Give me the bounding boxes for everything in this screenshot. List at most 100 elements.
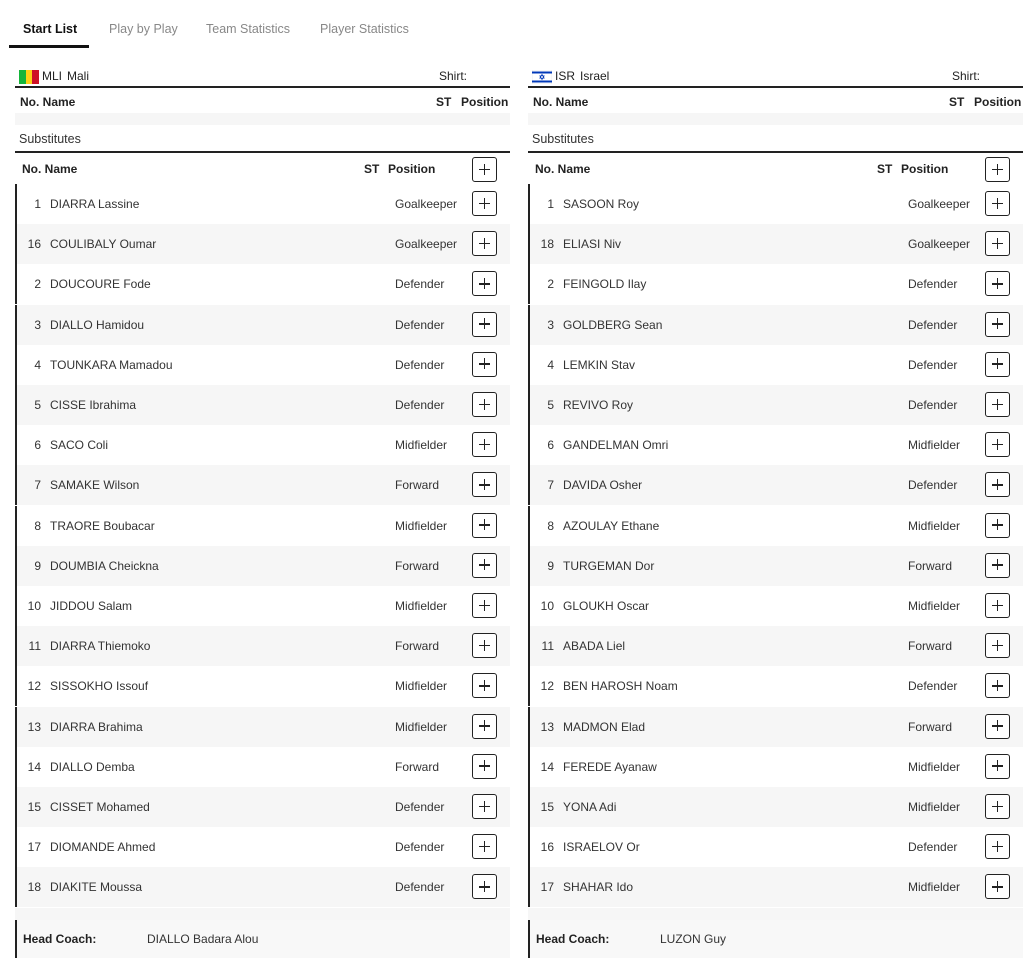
expand-player-button[interactable] bbox=[985, 271, 1010, 297]
player-number: 6 bbox=[547, 438, 554, 453]
expand-player-button[interactable] bbox=[472, 713, 497, 739]
player-row: 9 DOUMBIA Cheickna Forward bbox=[15, 545, 510, 586]
tab-bar: Start List Play by Play Team Statistics … bbox=[0, 0, 1024, 50]
player-row: 1 DIARRA Lassine Goalkeeper bbox=[15, 184, 510, 224]
expand-player-button[interactable] bbox=[985, 753, 1010, 779]
player-number: 11 bbox=[541, 639, 554, 654]
expand-player-button[interactable] bbox=[985, 191, 1010, 216]
expand-player-button[interactable] bbox=[472, 633, 497, 659]
col-st: ST bbox=[877, 162, 893, 176]
team-code: ISR bbox=[555, 69, 576, 83]
player-position: Defender bbox=[908, 277, 958, 292]
expand-player-button[interactable] bbox=[472, 472, 497, 498]
tab-play-by-play[interactable]: Play by Play bbox=[109, 22, 178, 36]
player-number: 3 bbox=[547, 317, 554, 332]
mali-flag-icon bbox=[19, 70, 39, 84]
expand-all-button[interactable] bbox=[985, 157, 1010, 182]
player-number: 13 bbox=[27, 719, 41, 734]
expand-player-button[interactable] bbox=[985, 874, 1010, 900]
player-name: GANDELMAN Omri bbox=[563, 438, 669, 453]
player-position: Midfielder bbox=[395, 679, 448, 694]
player-position: Defender bbox=[908, 478, 958, 493]
player-position: Defender bbox=[395, 317, 445, 332]
player-position: Defender bbox=[908, 357, 958, 372]
player-number: 7 bbox=[547, 478, 554, 493]
player-name: CISSE Ibrahima bbox=[50, 398, 137, 412]
expand-player-button[interactable] bbox=[985, 472, 1010, 498]
player-number: 12 bbox=[27, 679, 41, 694]
tab-team-statistics[interactable]: Team Statistics bbox=[206, 22, 290, 36]
expand-player-button[interactable] bbox=[472, 753, 497, 779]
player-number: 2 bbox=[34, 277, 41, 292]
player-position: Forward bbox=[395, 558, 440, 573]
col-no-name: No. Name bbox=[535, 162, 591, 176]
player-number: 18 bbox=[540, 237, 554, 252]
player-number: 6 bbox=[34, 438, 41, 453]
expand-player-button[interactable] bbox=[472, 593, 497, 618]
player-number: 11 bbox=[28, 639, 41, 654]
expand-player-button[interactable] bbox=[985, 794, 1010, 819]
expand-player-button[interactable] bbox=[472, 432, 497, 458]
player-number: 5 bbox=[547, 398, 554, 412]
player-position: Forward bbox=[395, 639, 440, 654]
player-position: Defender bbox=[395, 398, 445, 412]
shirt-label: Shirt: bbox=[952, 69, 981, 83]
expand-player-button[interactable] bbox=[472, 552, 497, 578]
substitutes-label: Substitutes bbox=[532, 132, 594, 146]
tab-player-statistics[interactable]: Player Statistics bbox=[320, 22, 409, 36]
player-position: Midfielder bbox=[395, 518, 448, 533]
player-position: Midfielder bbox=[908, 800, 961, 814]
team-code: MLI bbox=[42, 69, 63, 83]
player-row: 11 ABADA Liel Forward bbox=[528, 626, 1023, 667]
player-row: 13 MADMON Elad Forward bbox=[528, 706, 1023, 747]
player-number: 10 bbox=[540, 599, 554, 613]
expand-player-button[interactable] bbox=[472, 834, 497, 860]
player-row: 15 YONA Adi Midfielder bbox=[528, 787, 1023, 827]
tab-start-list[interactable]: Start List bbox=[23, 22, 77, 36]
starters-column-header: No. Name ST Position bbox=[528, 90, 1023, 114]
player-number: 7 bbox=[34, 478, 41, 493]
player-name: FEINGOLD Ilay bbox=[563, 277, 647, 292]
player-name: COULIBALY Oumar bbox=[50, 237, 157, 252]
expand-player-button[interactable] bbox=[472, 231, 497, 257]
player-number: 1 bbox=[547, 197, 554, 211]
expand-player-button[interactable] bbox=[472, 512, 497, 538]
expand-player-button[interactable] bbox=[985, 432, 1010, 458]
expand-player-button[interactable] bbox=[472, 874, 497, 900]
expand-player-button[interactable] bbox=[985, 834, 1010, 860]
player-name: MADMON Elad bbox=[563, 719, 646, 734]
expand-player-button[interactable] bbox=[472, 191, 497, 216]
player-name: DIAKITE Moussa bbox=[50, 880, 143, 895]
expand-player-button[interactable] bbox=[985, 633, 1010, 659]
expand-player-button[interactable] bbox=[985, 713, 1010, 739]
shirt-label: Shirt: bbox=[439, 69, 468, 83]
expand-player-button[interactable] bbox=[985, 593, 1010, 618]
col-st: ST bbox=[436, 95, 452, 109]
player-name: ISRAELOV Or bbox=[563, 840, 640, 855]
expand-player-button[interactable] bbox=[985, 351, 1010, 377]
player-row: 11 DIARRA Thiemoko Forward bbox=[15, 626, 510, 667]
expand-player-button[interactable] bbox=[472, 271, 497, 297]
player-name: TOUNKARA Mamadou bbox=[50, 357, 173, 372]
expand-player-button[interactable] bbox=[985, 552, 1010, 578]
expand-player-button[interactable] bbox=[472, 351, 497, 377]
expand-player-button[interactable] bbox=[985, 311, 1010, 337]
expand-player-button[interactable] bbox=[985, 392, 1010, 417]
expand-player-button[interactable] bbox=[985, 512, 1010, 538]
expand-player-button[interactable] bbox=[472, 673, 497, 699]
head-coach-label: Head Coach: bbox=[536, 932, 610, 946]
team-name: Israel bbox=[580, 69, 610, 83]
expand-player-button[interactable] bbox=[472, 311, 497, 337]
expand-player-button[interactable] bbox=[472, 392, 497, 417]
player-name: DIALLO Hamidou bbox=[50, 317, 145, 332]
player-position: Defender bbox=[908, 317, 958, 332]
expand-player-button[interactable] bbox=[985, 231, 1010, 257]
player-position: Defender bbox=[908, 398, 958, 412]
col-position: Position bbox=[461, 95, 509, 109]
substitutes-column-header: No. Name ST Position bbox=[528, 157, 1023, 182]
expand-player-button[interactable] bbox=[472, 794, 497, 819]
col-no-name: No. Name bbox=[22, 162, 78, 176]
expand-all-button[interactable] bbox=[472, 157, 497, 182]
expand-player-button[interactable] bbox=[985, 673, 1010, 699]
player-position: Forward bbox=[908, 558, 953, 573]
